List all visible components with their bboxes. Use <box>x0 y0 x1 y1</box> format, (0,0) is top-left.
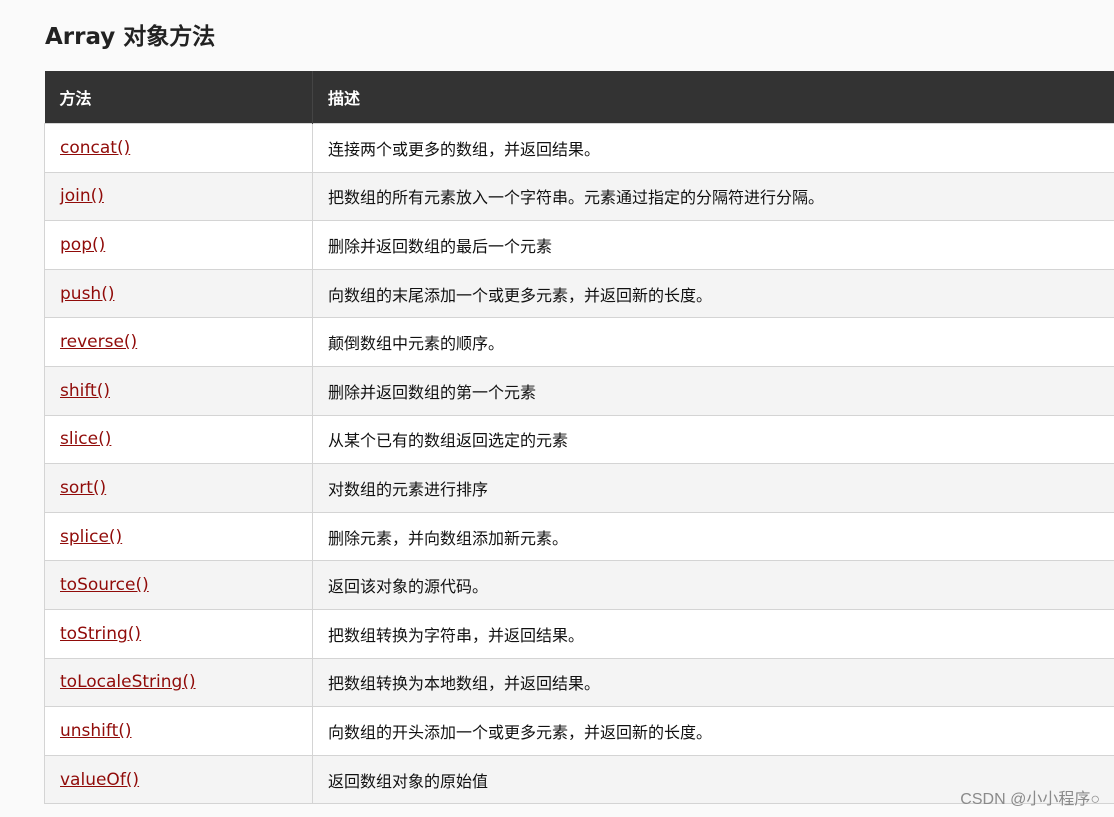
method-cell: shift() <box>44 365 313 416</box>
method-cell: toString() <box>44 608 313 659</box>
column-header-method: 方法 <box>44 71 313 124</box>
method-link[interactable]: toSource() <box>60 575 149 595</box>
method-link[interactable]: valueOf() <box>60 770 139 790</box>
table-row: unshift() 向数组的开头添加一个或更多元素，并返回新的长度。 <box>44 706 1114 756</box>
method-link[interactable]: toString() <box>60 624 141 644</box>
method-link[interactable]: pop() <box>60 235 105 255</box>
method-description: 把数组转换为本地数组，并返回结果。 <box>312 657 1114 708</box>
method-link[interactable]: sort() <box>60 478 106 498</box>
method-link[interactable]: shift() <box>60 381 110 401</box>
column-header-description: 描述 <box>312 71 1114 124</box>
method-cell: toSource() <box>44 560 313 610</box>
method-link[interactable]: join() <box>60 186 104 206</box>
table-row: shift() 删除并返回数组的第一个元素 <box>44 365 1114 416</box>
method-cell: slice() <box>44 414 313 465</box>
method-cell: pop() <box>44 220 313 270</box>
method-cell: splice() <box>44 511 313 562</box>
method-description: 删除并返回数组的第一个元素 <box>312 365 1114 416</box>
method-cell: unshift() <box>44 706 313 756</box>
table-row: valueOf() 返回数组对象的原始值 <box>44 754 1114 805</box>
method-description: 把数组的所有元素放入一个字符串。元素通过指定的分隔符进行分隔。 <box>312 171 1114 222</box>
method-description: 删除并返回数组的最后一个元素 <box>312 220 1114 270</box>
table-row: push() 向数组的末尾添加一个或更多元素，并返回新的长度。 <box>44 268 1114 319</box>
table-row: slice() 从某个已有的数组返回选定的元素 <box>44 414 1114 465</box>
method-link[interactable]: reverse() <box>60 332 137 352</box>
table-row: toLocaleString() 把数组转换为本地数组，并返回结果。 <box>44 657 1114 708</box>
method-description: 对数组的元素进行排序 <box>312 463 1114 513</box>
method-link[interactable]: concat() <box>60 138 130 158</box>
method-cell: reverse() <box>44 317 313 367</box>
table-row: reverse() 颠倒数组中元素的顺序。 <box>44 317 1114 367</box>
table-row: splice() 删除元素，并向数组添加新元素。 <box>44 511 1114 562</box>
table-row: toSource() 返回该对象的源代码。 <box>44 560 1114 610</box>
method-description: 向数组的末尾添加一个或更多元素，并返回新的长度。 <box>312 268 1114 319</box>
table-row: toString() 把数组转换为字符串，并返回结果。 <box>44 608 1114 659</box>
method-description: 连接两个或更多的数组，并返回结果。 <box>312 123 1114 173</box>
method-description: 颠倒数组中元素的顺序。 <box>312 317 1114 367</box>
table-row: pop() 删除并返回数组的最后一个元素 <box>44 220 1114 270</box>
method-link[interactable]: slice() <box>60 429 111 449</box>
method-link[interactable]: push() <box>60 284 114 304</box>
array-methods-table: 方法 描述 concat() 连接两个或更多的数组，并返回结果。 join() 把数组… <box>44 71 1114 805</box>
method-cell: concat() <box>44 123 313 173</box>
method-cell: push() <box>44 268 313 319</box>
method-description: 从某个已有的数组返回选定的元素 <box>312 414 1114 465</box>
page: Array 对象方法 方法 描述 concat() 连接两个或更多的数组，并返回结… <box>0 0 1114 817</box>
method-cell: toLocaleString() <box>44 657 313 708</box>
method-description: 返回该对象的源代码。 <box>312 560 1114 610</box>
method-link[interactable]: toLocaleString() <box>60 672 196 692</box>
method-link[interactable]: splice() <box>60 527 122 547</box>
method-cell: valueOf() <box>44 754 313 805</box>
table-body: concat() 连接两个或更多的数组，并返回结果。 join() 把数组的所有元素放… <box>44 123 1114 805</box>
page-title: Array 对象方法 <box>45 24 216 50</box>
table-header-row: 方法 描述 <box>44 71 1114 124</box>
method-description: 向数组的开头添加一个或更多元素，并返回新的长度。 <box>312 706 1114 756</box>
method-link[interactable]: unshift() <box>60 721 132 741</box>
method-description: 删除元素，并向数组添加新元素。 <box>312 511 1114 562</box>
method-cell: sort() <box>44 463 313 513</box>
method-cell: join() <box>44 171 313 222</box>
watermark: CSDN @小小程序○ <box>960 791 1100 808</box>
table-row: join() 把数组的所有元素放入一个字符串。元素通过指定的分隔符进行分隔。 <box>44 171 1114 222</box>
method-description: 把数组转换为字符串，并返回结果。 <box>312 608 1114 659</box>
table-row: concat() 连接两个或更多的数组，并返回结果。 <box>44 123 1114 173</box>
table-row: sort() 对数组的元素进行排序 <box>44 463 1114 513</box>
